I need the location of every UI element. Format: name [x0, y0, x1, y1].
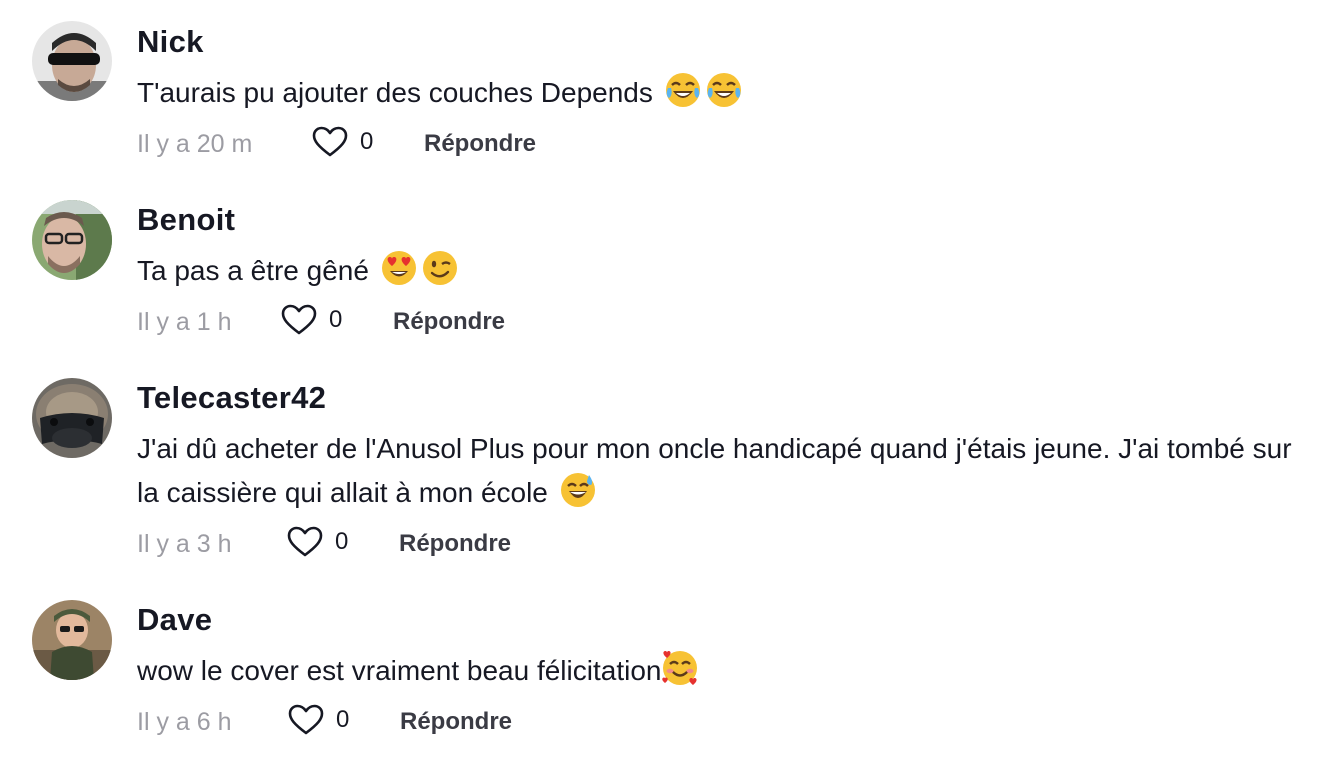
avatar[interactable] — [32, 200, 112, 280]
like-button[interactable]: 0 — [287, 526, 348, 558]
wink-emoji — [421, 249, 459, 287]
comment-time: Il y a 3 h — [137, 530, 232, 558]
comment-time: Il y a 1 h — [137, 308, 232, 336]
comment-text: wow le cover est vraiment beau félicitat… — [137, 649, 1300, 693]
heart-icon — [281, 304, 317, 335]
comment-username[interactable]: Benoit — [137, 200, 1300, 240]
comment-body: T'aurais pu ajouter des couches Depends — [137, 77, 653, 108]
comment-text: T'aurais pu ajouter des couches Depends — [137, 71, 1300, 115]
reply-button[interactable]: Répondre — [424, 130, 536, 158]
avatar[interactable] — [32, 21, 112, 101]
avatar[interactable] — [32, 600, 112, 680]
like-count: 0 — [329, 306, 343, 333]
like-button[interactable]: 0 — [288, 704, 349, 736]
comment-meta: Il y a 1 h 0 Répondre — [137, 302, 1300, 342]
comment-text: J'ai dû acheter de l'Anusol Plus pour mo… — [137, 427, 1300, 515]
comment-list: Nick T'aurais pu ajouter des couches Dep… — [0, 0, 1320, 768]
heart-icon — [288, 704, 324, 735]
reply-button[interactable]: Répondre — [393, 308, 505, 336]
avatar[interactable] — [32, 378, 112, 458]
joy-emoji — [705, 71, 743, 109]
comment-text: Ta pas a être gêné — [137, 249, 1300, 293]
comment-body: wow le cover est vraiment beau félicitat… — [137, 655, 662, 686]
like-count: 0 — [336, 706, 350, 733]
comment-username[interactable]: Dave — [137, 600, 1300, 640]
comment-meta: Il y a 20 m 0 Répondre — [137, 124, 1300, 164]
reply-button[interactable]: Répondre — [399, 530, 511, 558]
heart-icon — [312, 126, 348, 157]
heart-icon — [287, 526, 323, 557]
joy-emoji — [664, 71, 702, 109]
smiling-hearts-emoji — [661, 649, 699, 687]
sweat-smile-emoji — [559, 471, 597, 509]
comment-time: Il y a 20 m — [137, 130, 253, 158]
comment-time: Il y a 6 h — [137, 708, 232, 736]
reply-button[interactable]: Répondre — [400, 708, 512, 736]
comment-body: Ta pas a être gêné — [137, 255, 369, 286]
comment-meta: Il y a 6 h 0 Répondre — [137, 702, 1300, 742]
like-count: 0 — [360, 128, 374, 155]
comment-username[interactable]: Telecaster42 — [137, 378, 1300, 418]
comment-body: J'ai dû acheter de l'Anusol Plus pour mo… — [137, 433, 1292, 508]
like-count: 0 — [335, 528, 349, 555]
comment-username[interactable]: Nick — [137, 22, 1300, 62]
like-button[interactable]: 0 — [281, 304, 342, 336]
heart-eyes-emoji — [380, 249, 418, 287]
comment-meta: Il y a 3 h 0 Répondre — [137, 524, 1300, 564]
like-button[interactable]: 0 — [312, 126, 373, 158]
